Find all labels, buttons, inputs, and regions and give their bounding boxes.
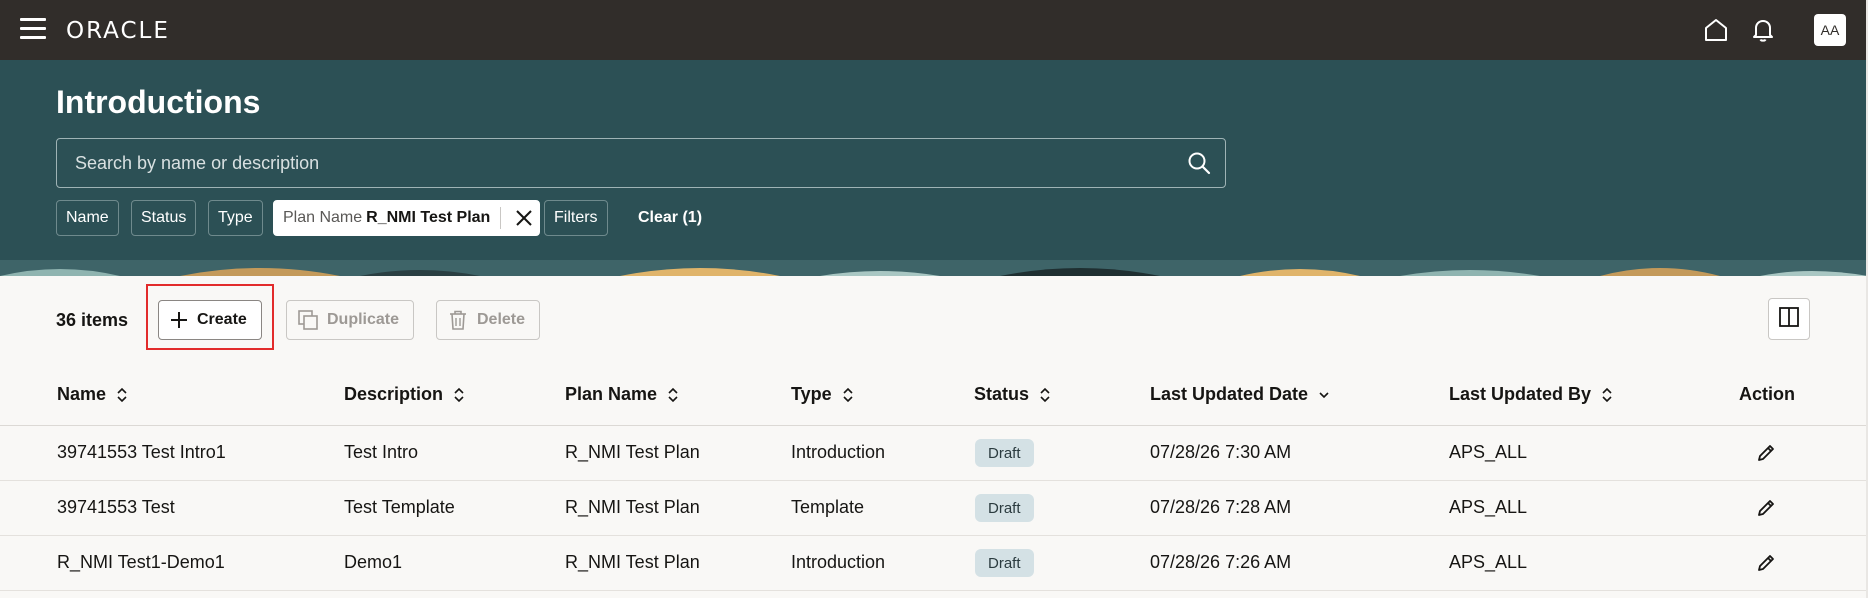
cell-last-updated-by: APS_ALL — [1449, 442, 1528, 462]
filter-chip-key: Plan Name — [283, 209, 363, 226]
column-label: Description — [344, 384, 444, 404]
cell-last-updated-date: 07/28/26 7:26 AM — [1150, 552, 1292, 572]
cell-description: Demo1 — [344, 552, 403, 572]
filter-chip-plan-name[interactable]: Plan Name R_NMI Test Plan — [273, 200, 541, 236]
column-header-last-updated-by[interactable]: Last Updated By — [1449, 384, 1613, 405]
trash-icon — [447, 309, 469, 331]
sort-icon[interactable] — [667, 387, 679, 403]
cell-last-updated-date: 07/28/26 7:30 AM — [1150, 442, 1292, 462]
delete-button-label: Delete — [477, 311, 526, 328]
cell-plan-name: R_NMI Test Plan — [565, 442, 700, 462]
chip-divider — [500, 207, 502, 229]
sort-icon[interactable] — [842, 387, 854, 403]
top-bar: ORACLE AA — [0, 0, 1868, 60]
column-header-name[interactable]: Name — [57, 384, 128, 405]
sort-icon[interactable] — [1039, 387, 1051, 403]
column-label: Last Updated Date — [1150, 384, 1309, 404]
oracle-logo: ORACLE — [66, 18, 170, 44]
duplicate-button-label: Duplicate — [327, 311, 400, 328]
cell-name: 39741553 Test Intro1 — [57, 442, 226, 462]
cell-plan-name: R_NMI Test Plan — [565, 552, 700, 572]
sort-descending-icon[interactable] — [1318, 387, 1330, 403]
split-panel-icon — [1778, 306, 1800, 333]
table-row[interactable]: 39741553 Test Intro1 Test Intro R_NMI Te… — [0, 426, 1868, 481]
search-field[interactable] — [56, 138, 1226, 188]
close-icon[interactable] — [509, 200, 539, 236]
cell-last-updated-by: APS_ALL — [1449, 497, 1528, 517]
sort-icon[interactable] — [1601, 387, 1613, 403]
table-row[interactable]: 39741553 Test Test Template R_NMI Test P… — [0, 481, 1868, 536]
column-label: Plan Name — [565, 384, 658, 404]
clear-filters-link[interactable]: Clear (1) — [638, 209, 702, 227]
cell-last-updated-date: 07/28/26 7:28 AM — [1150, 497, 1292, 517]
status-badge: Draft — [975, 439, 1034, 467]
column-header-status[interactable]: Status — [974, 384, 1051, 405]
column-header-plan-name[interactable]: Plan Name — [565, 384, 679, 405]
status-badge: Draft — [975, 494, 1034, 522]
cell-description: Test Intro — [344, 442, 419, 462]
column-label: Name — [57, 384, 107, 404]
home-icon[interactable] — [1700, 14, 1732, 46]
cell-plan-name: R_NMI Test Plan — [565, 497, 700, 517]
cell-last-updated-by: APS_ALL — [1449, 552, 1528, 572]
plus-icon — [169, 310, 189, 330]
bell-icon[interactable] — [1747, 14, 1779, 46]
delete-button[interactable]: Delete — [436, 300, 541, 340]
column-label: Last Updated By — [1449, 384, 1592, 404]
page-header: Introductions Name Status Type Plan Name… — [0, 60, 1868, 276]
cell-type: Introduction — [791, 442, 886, 462]
column-label: Type — [791, 384, 832, 404]
search-icon[interactable] — [1187, 151, 1211, 180]
column-header-last-updated-date[interactable]: Last Updated Date — [1150, 384, 1330, 405]
cell-type: Template — [791, 497, 865, 517]
sort-icon[interactable] — [453, 387, 465, 403]
pencil-icon[interactable] — [1754, 496, 1778, 520]
column-header-action: Action — [1739, 384, 1795, 405]
filter-chip-name[interactable]: Name — [56, 200, 119, 236]
table-row[interactable]: R_NMI Test1-Demo1 Demo1 R_NMI Test Plan … — [0, 536, 1868, 591]
header-decorative-pattern — [0, 260, 1868, 276]
user-avatar[interactable]: AA — [1814, 14, 1846, 46]
create-button[interactable]: Create — [158, 300, 262, 340]
duplicate-button[interactable]: Duplicate — [286, 300, 415, 340]
hamburger-menu-icon[interactable] — [20, 18, 46, 40]
filter-chip-value: R_NMI Test Plan — [366, 209, 491, 226]
filters-button[interactable]: Filters — [544, 200, 608, 236]
pencil-icon[interactable] — [1754, 551, 1778, 575]
sort-icon[interactable] — [116, 387, 128, 403]
cell-name: R_NMI Test1-Demo1 — [57, 552, 225, 572]
filter-chip-type[interactable]: Type — [208, 200, 263, 236]
cell-name: 39741553 Test — [57, 497, 175, 517]
status-badge: Draft — [975, 549, 1034, 577]
cell-description: Test Template — [344, 497, 455, 517]
duplicate-icon — [297, 309, 319, 331]
panel-toggle-button[interactable] — [1768, 298, 1810, 340]
items-count: 36 items — [56, 310, 129, 330]
pencil-icon[interactable] — [1754, 441, 1778, 465]
column-label: Action — [1739, 384, 1795, 404]
create-button-label: Create — [197, 311, 247, 328]
column-header-description[interactable]: Description — [344, 384, 465, 405]
filter-chip-status[interactable]: Status — [131, 200, 197, 236]
column-label: Status — [974, 384, 1030, 404]
column-header-type[interactable]: Type — [791, 384, 854, 405]
page-title: Introductions — [56, 84, 261, 120]
search-input[interactable] — [57, 139, 1225, 187]
cell-type: Introduction — [791, 552, 886, 572]
